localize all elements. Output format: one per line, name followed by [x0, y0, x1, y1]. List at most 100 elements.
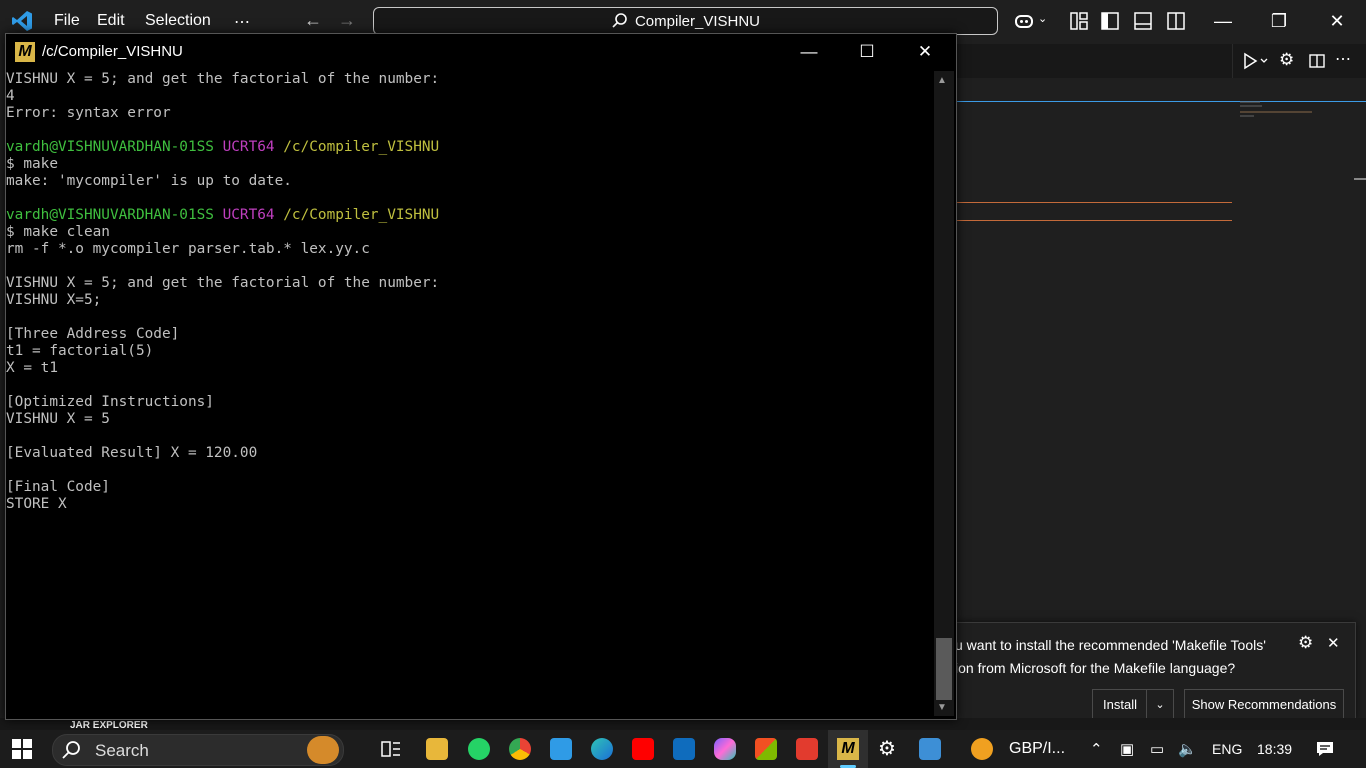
menu-more[interactable]: ⋯: [234, 12, 250, 32]
terminal-line: $ make: [6, 156, 931, 173]
terminal-text-segment: /c/Compiler_VISHNU: [274, 139, 440, 155]
terminal-line: t1 = factorial(5): [6, 343, 931, 360]
copilot-icon[interactable]: [1013, 10, 1035, 32]
terminal-text-segment: vardh@VISHNUVARDHAN-01SS: [6, 207, 214, 223]
terminal-minimize-icon[interactable]: —: [786, 37, 832, 67]
scroll-up-icon[interactable]: ▲: [937, 75, 947, 86]
restore-icon[interactable]: ❐: [1256, 6, 1302, 36]
terminal-text-segment: [Three Address Code]: [6, 326, 180, 342]
terminal-text-segment: /c/Compiler_VISHNU: [274, 207, 440, 223]
currency-widget-icon[interactable]: [971, 738, 993, 760]
search-label: Search: [95, 741, 149, 760]
task-view-icon[interactable]: [380, 738, 402, 760]
youtube-icon[interactable]: [632, 738, 654, 760]
speaker-muted-icon[interactable]: 🔈: [1178, 740, 1197, 758]
terminal-text-segment: [Evaluated Result] X = 120.00: [6, 445, 258, 461]
notification-center-icon[interactable]: [1315, 739, 1335, 759]
terminal-line: vardh@VISHNUVARDHAN-01SS UCRT64 /c/Compi…: [6, 207, 931, 224]
terminal-text-segment: $ make: [6, 156, 58, 172]
vscode-logo-icon: [12, 11, 32, 31]
terminal-maximize-icon[interactable]: ☐: [844, 37, 890, 67]
terminal-line: rm -f *.o mycompiler parser.tab.* lex.yy…: [6, 241, 931, 258]
terminal-text-segment: UCRT64: [213, 207, 275, 223]
terminal-line: $ make clean: [6, 224, 931, 241]
microsoft-store-icon[interactable]: [755, 738, 777, 760]
terminal-line: VISHNU X=5;: [6, 292, 931, 309]
terminal-line: STORE X: [6, 496, 931, 513]
scroll-down-icon[interactable]: ▼: [937, 702, 947, 713]
minimize-icon[interactable]: —: [1200, 6, 1246, 36]
terminal-line: make: 'mycompiler' is up to date.: [6, 173, 931, 190]
whatsapp-icon[interactable]: [468, 738, 490, 760]
show-hidden-icons-chevron-icon[interactable]: ⌃: [1090, 740, 1103, 758]
msys2-taskbar-icon: M: [837, 738, 859, 760]
clock-time[interactable]: 18:39: [1257, 741, 1292, 757]
terminal-text-segment: [Optimized Instructions]: [6, 394, 214, 410]
outlook-icon[interactable]: [673, 738, 695, 760]
terminal-text-segment: make: 'mycompiler' is up to date.: [6, 173, 292, 189]
windows-start-icon[interactable]: [12, 739, 32, 759]
terminal-line: VISHNU X = 5: [6, 411, 931, 428]
msys2-taskbar-active[interactable]: M: [828, 730, 868, 768]
notification-message-line2: ion from Microsoft for the Makefile lang…: [955, 660, 1236, 676]
settings-gear-icon[interactable]: ⚙: [1279, 50, 1294, 70]
terminal-text-segment: VISHNU X = 5; and get the factorial of t…: [6, 71, 440, 87]
camera-icon[interactable]: ▣: [1120, 740, 1134, 758]
terminal-close-icon[interactable]: ✕: [902, 37, 948, 67]
chrome-icon[interactable]: [509, 738, 531, 760]
terminal-line: [Optimized Instructions]: [6, 394, 931, 411]
customize-layout-icon[interactable]: [1068, 10, 1090, 32]
decoration-line-2: [955, 220, 1232, 221]
more-actions-icon[interactable]: ⋯: [1335, 49, 1351, 69]
battery-icon[interactable]: ▭: [1150, 740, 1164, 758]
chevron-down-icon: ⌄: [1155, 698, 1165, 711]
terminal-line: [Evaluated Result] X = 120.00: [6, 445, 931, 462]
input-language[interactable]: ENG: [1212, 741, 1242, 757]
file-explorer-icon[interactable]: [426, 738, 448, 760]
install-options-dropdown[interactable]: ⌄: [1146, 689, 1174, 719]
toggle-panel-icon[interactable]: [1132, 10, 1154, 32]
copilot-taskbar-icon[interactable]: [714, 738, 736, 760]
terminal-output[interactable]: VISHNU X = 5; and get the factorial of t…: [6, 71, 931, 716]
photos-icon[interactable]: [919, 738, 941, 760]
vscode-taskbar-icon[interactable]: [550, 738, 572, 760]
currency-ticker[interactable]: GBP/I...: [1009, 740, 1065, 758]
terminal-line: vardh@VISHNUVARDHAN-01SS UCRT64 /c/Compi…: [6, 139, 931, 156]
terminal-line: VISHNU X = 5; and get the factorial of t…: [6, 275, 931, 292]
close-icon[interactable]: ✕: [1314, 6, 1360, 36]
forward-arrow-icon[interactable]: →: [338, 10, 356, 31]
show-recommendations-button[interactable]: Show Recommendations: [1184, 689, 1344, 719]
chevron-down-icon[interactable]: ⌄: [1038, 12, 1060, 34]
split-editor-icon[interactable]: [1309, 53, 1325, 69]
editor-tab-bar: ⚙ ⋯: [955, 44, 1366, 78]
taskbar-search-box[interactable]: Search: [52, 734, 344, 766]
menu-selection[interactable]: Selection: [145, 12, 211, 30]
run-debug-icon[interactable]: [1239, 51, 1269, 71]
install-button[interactable]: Install: [1092, 689, 1148, 719]
tab-divider: [1232, 44, 1233, 78]
wps-office-icon[interactable]: [796, 738, 818, 760]
terminal-line: [Three Address Code]: [6, 326, 931, 343]
settings-gear-icon[interactable]: ⚙: [878, 736, 896, 761]
notification-settings-gear-icon[interactable]: ⚙: [1298, 633, 1313, 653]
terminal-titlebar[interactable]: M /c/Compiler_VISHNU — ☐ ✕: [6, 34, 956, 70]
terminal-text-segment: [Final Code]: [6, 479, 110, 495]
terminal-scrollbar[interactable]: ▲ ▼: [934, 71, 954, 716]
notification-close-icon[interactable]: ✕: [1327, 634, 1340, 652]
menu-edit[interactable]: Edit: [97, 12, 125, 30]
search-icon: [62, 741, 80, 759]
toggle-secondary-sidebar-icon[interactable]: [1165, 10, 1187, 32]
terminal-text-segment: rm -f *.o mycompiler parser.tab.* lex.yy…: [6, 241, 370, 257]
menu-file[interactable]: File: [54, 12, 80, 30]
edge-icon[interactable]: [591, 738, 613, 760]
command-center-search[interactable]: Compiler_VISHNU: [373, 7, 998, 35]
toggle-sidebar-icon[interactable]: [1099, 10, 1121, 32]
terminal-line: X = t1: [6, 360, 931, 377]
msys2-logo-icon: M: [15, 42, 35, 62]
terminal-scrollbar-thumb[interactable]: [936, 638, 952, 700]
terminal-text-segment: UCRT64: [213, 139, 275, 155]
back-arrow-icon[interactable]: ←: [304, 10, 322, 31]
